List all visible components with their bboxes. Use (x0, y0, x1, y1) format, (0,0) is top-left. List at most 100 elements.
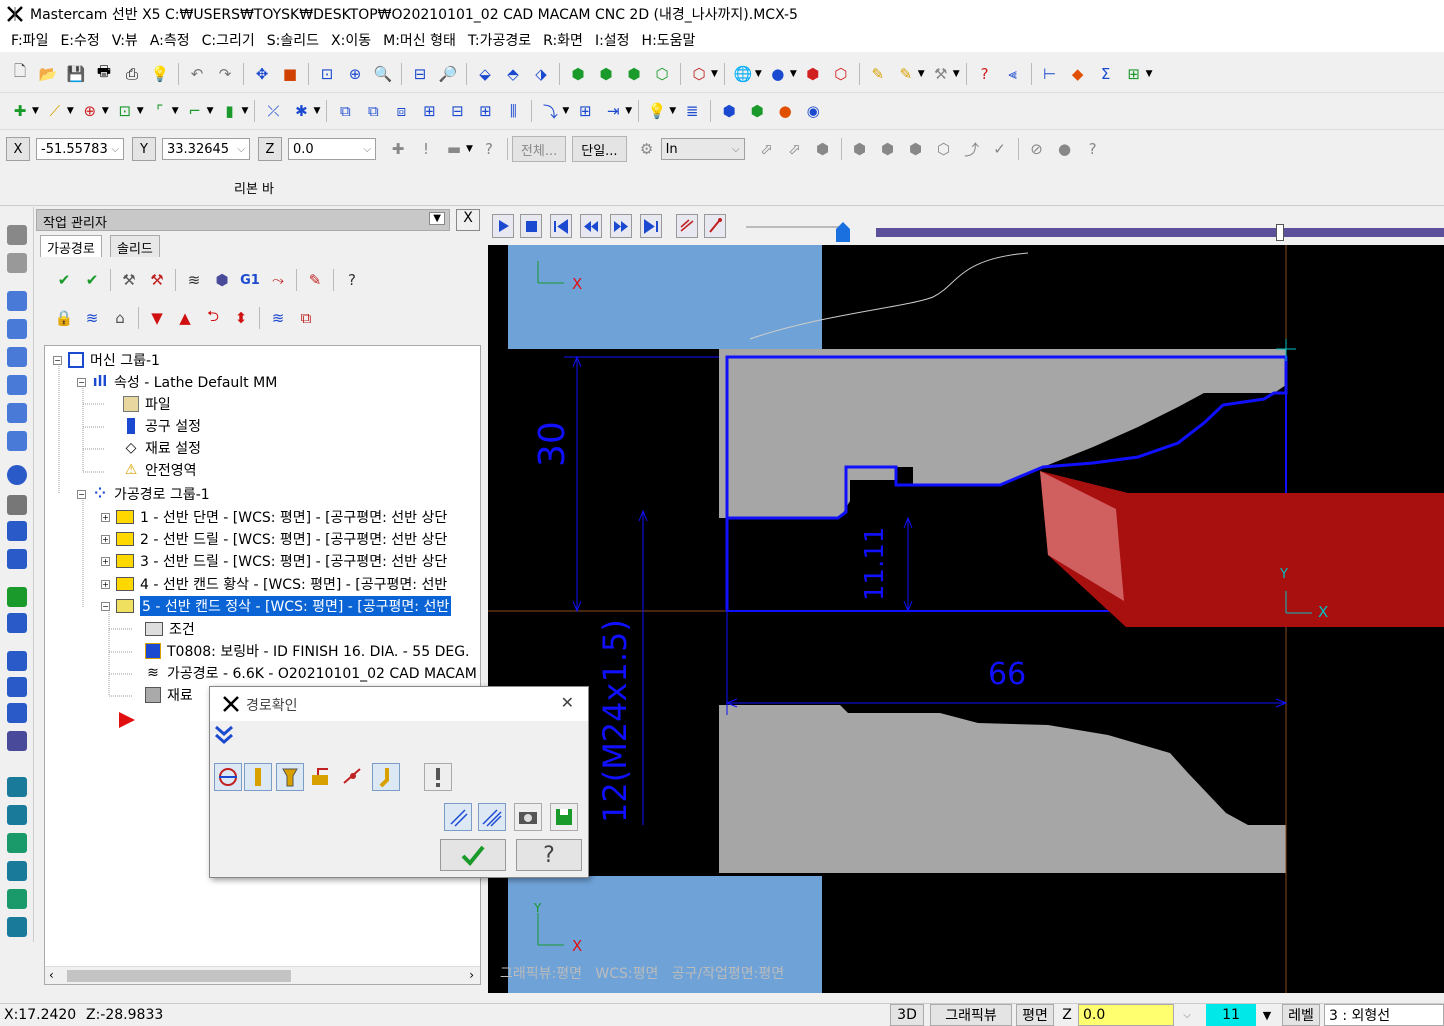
open-file-icon[interactable]: 📂 (37, 63, 59, 85)
xform-array-icon[interactable]: ⊞ (474, 100, 496, 122)
tree-op5-tool[interactable]: T0808: 보링바 - ID FINISH 16. DIA. - 55 DEG… (145, 641, 470, 661)
right-view-cube-icon[interactable]: ⬡ (651, 63, 673, 85)
selection-dropdown-icon[interactable]: ⌵ (732, 144, 740, 155)
tree-toolpath-group[interactable]: − ⁘ 가공경로 그룹-1 (77, 484, 210, 504)
surface-icon[interactable] (7, 777, 27, 797)
arrow-box-icon[interactable]: ⇥ (602, 100, 624, 122)
menu-screen[interactable]: R:화면 (538, 30, 588, 50)
collapse-icon[interactable]: − (77, 489, 86, 499)
hide-icon[interactable] (7, 225, 27, 245)
end-select-icon[interactable]: ● (1054, 138, 1076, 160)
delete-ops-icon[interactable]: ✎ (304, 269, 326, 291)
scrollbar-thumb[interactable] (67, 970, 291, 982)
tool-display-icon[interactable] (704, 214, 726, 238)
tree-stock-setup[interactable]: ◇ 재료 설정 (123, 438, 201, 458)
analyze-distance-icon[interactable] (7, 319, 27, 339)
save-geometry-icon[interactable] (550, 803, 578, 831)
status-z-field[interactable]: 0.0 (1078, 1004, 1174, 1026)
clear-select-icon[interactable]: ⊘ (1026, 138, 1048, 160)
graphics-viewport[interactable]: X X Y Y X 30 11.11 66 12(M24x1.5) 그래픽뷰:평… (488, 245, 1444, 993)
select-all-button[interactable]: 전체... (511, 136, 567, 162)
insert-arrow-icon[interactable]: ⮌ (202, 307, 224, 329)
status-gview-button[interactable]: 그래픽뷰 (930, 1004, 1012, 1026)
analyze-contour-icon[interactable] (7, 403, 27, 423)
show-holder-icon[interactable] (276, 763, 304, 791)
dialog-help-button[interactable]: ? (516, 839, 582, 871)
break-icon[interactable]: ✱ (290, 100, 312, 122)
verify-ops-icon[interactable]: ⬢ (211, 269, 233, 291)
light-icon[interactable]: 💡 (646, 100, 668, 122)
status-z-dropdown-icon[interactable]: ⌵ (1176, 1004, 1198, 1026)
quick-mask-icon[interactable]: ⚙ (636, 138, 658, 160)
zoom-out-icon[interactable]: 🔎 (437, 63, 459, 85)
scroll-right-icon[interactable]: › (469, 968, 474, 982)
xform-mirror-icon[interactable]: ⧈ (390, 100, 412, 122)
move-down-icon[interactable]: ▼ (146, 307, 168, 329)
zoom-icon[interactable]: 🔍 (372, 63, 394, 85)
solid-back-icon[interactable]: ⬡ (933, 138, 955, 160)
regenerate-dirty-icon[interactable]: ⚒ (146, 269, 168, 291)
select-help-icon[interactable]: ? (1082, 138, 1104, 160)
z-coord-button[interactable]: Z (258, 137, 282, 161)
chart-tool-icon[interactable]: ⫷ (1002, 63, 1024, 85)
status-plane-button[interactable]: 평면 (1016, 1004, 1054, 1026)
move-up-icon[interactable]: ▲ (174, 307, 196, 329)
lock-icon[interactable]: 🔒 (53, 307, 75, 329)
menu-toolpaths[interactable]: T:가공경로 (463, 30, 536, 50)
analyze-entity-icon[interactable] (7, 291, 27, 311)
tree-op-1[interactable]: + 1 - 선반 단면 - [WCS: 평면] - [공구평면: 선반 상단 (101, 507, 447, 527)
pencil-icon[interactable]: ✎ (867, 63, 889, 85)
surface-sweep-icon[interactable] (7, 861, 27, 881)
menu-xform[interactable]: X:이동 (326, 30, 376, 50)
status-level-dropdown-icon[interactable]: ▼ (1258, 1004, 1276, 1026)
tree-op-4[interactable]: + 4 - 선반 캔드 황삭 - [WCS: 평면] - [공구평면: 선반 (101, 574, 447, 594)
manager-help-icon[interactable]: ? (341, 269, 363, 291)
progress-marker[interactable] (1276, 224, 1284, 241)
menu-view[interactable]: V:뷰 (107, 30, 143, 50)
fit-icon[interactable]: ⊡ (316, 63, 338, 85)
rectangle-icon[interactable]: ⊡ (114, 100, 136, 122)
solid-icon[interactable] (7, 731, 27, 751)
chamfer-icon[interactable]: ⌐ (184, 100, 206, 122)
tree-op5-stock[interactable]: 재료 (145, 685, 193, 705)
x-coord-field[interactable]: -51.55783 ⌵ (36, 138, 124, 160)
show-rapid-icon[interactable] (308, 763, 336, 791)
sim-icon[interactable]: ◉ (802, 100, 824, 122)
xform-offset-icon[interactable]: ⊟ (446, 100, 468, 122)
iso-view-icon[interactable]: ⬢ (567, 63, 589, 85)
globe-icon[interactable]: 🌐 (732, 63, 754, 85)
select-window-icon[interactable]: ⬀ (784, 138, 806, 160)
view-top-icon[interactable]: ⬙ (474, 63, 496, 85)
stop-icon[interactable] (520, 214, 542, 238)
path-trace-icon[interactable] (676, 214, 698, 238)
xform-scale-icon[interactable]: ⊞ (418, 100, 440, 122)
tab-toolpaths[interactable]: 가공경로 (40, 235, 102, 257)
tree-op-5[interactable]: − 5 - 선반 캔드 정삭 - [WCS: 평면] - [공구평면: 선반 (101, 596, 452, 616)
mirror-icon[interactable] (7, 521, 27, 541)
x-dropdown-icon[interactable]: ⌵ (111, 144, 119, 155)
backplot-ops-icon[interactable]: ≋ (183, 269, 205, 291)
save-icon[interactable]: 💾 (65, 63, 87, 85)
line-icon[interactable]: ⟋ (44, 100, 66, 122)
skip-end-icon[interactable] (640, 214, 662, 238)
show-endpoints-icon[interactable] (340, 763, 368, 791)
surface-revolve-icon[interactable] (7, 833, 27, 853)
dialog-info-icon[interactable] (424, 763, 452, 791)
shape-icon[interactable]: ◆ (1067, 63, 1089, 85)
tree-op-3[interactable]: + 3 - 선반 드릴 - [WCS: 평면] - [공구평면: 선반 상단 (101, 551, 447, 571)
view-front-icon[interactable]: ⬘ (502, 63, 524, 85)
offset-icon[interactable] (7, 613, 27, 633)
progress-track[interactable] (876, 228, 1444, 237)
scroll-left-icon[interactable]: ‹ (49, 968, 54, 982)
show-path-icon[interactable] (214, 763, 242, 791)
selection-mode-field[interactable]: In ⌵ (660, 138, 745, 160)
front-view-cube-icon[interactable]: ⬢ (623, 63, 645, 85)
analyze-chain-icon[interactable] (7, 375, 27, 395)
undo-icon[interactable]: ↶ (186, 63, 208, 85)
rotate-icon[interactable] (7, 465, 27, 485)
repaint-icon[interactable]: ■ (279, 63, 301, 85)
surface-fence-icon[interactable] (7, 917, 27, 937)
analyze-angle-icon[interactable] (7, 431, 27, 451)
verify-select-icon[interactable]: ✓ (989, 138, 1011, 160)
xform-project-icon[interactable]: ⫼ (502, 100, 524, 122)
